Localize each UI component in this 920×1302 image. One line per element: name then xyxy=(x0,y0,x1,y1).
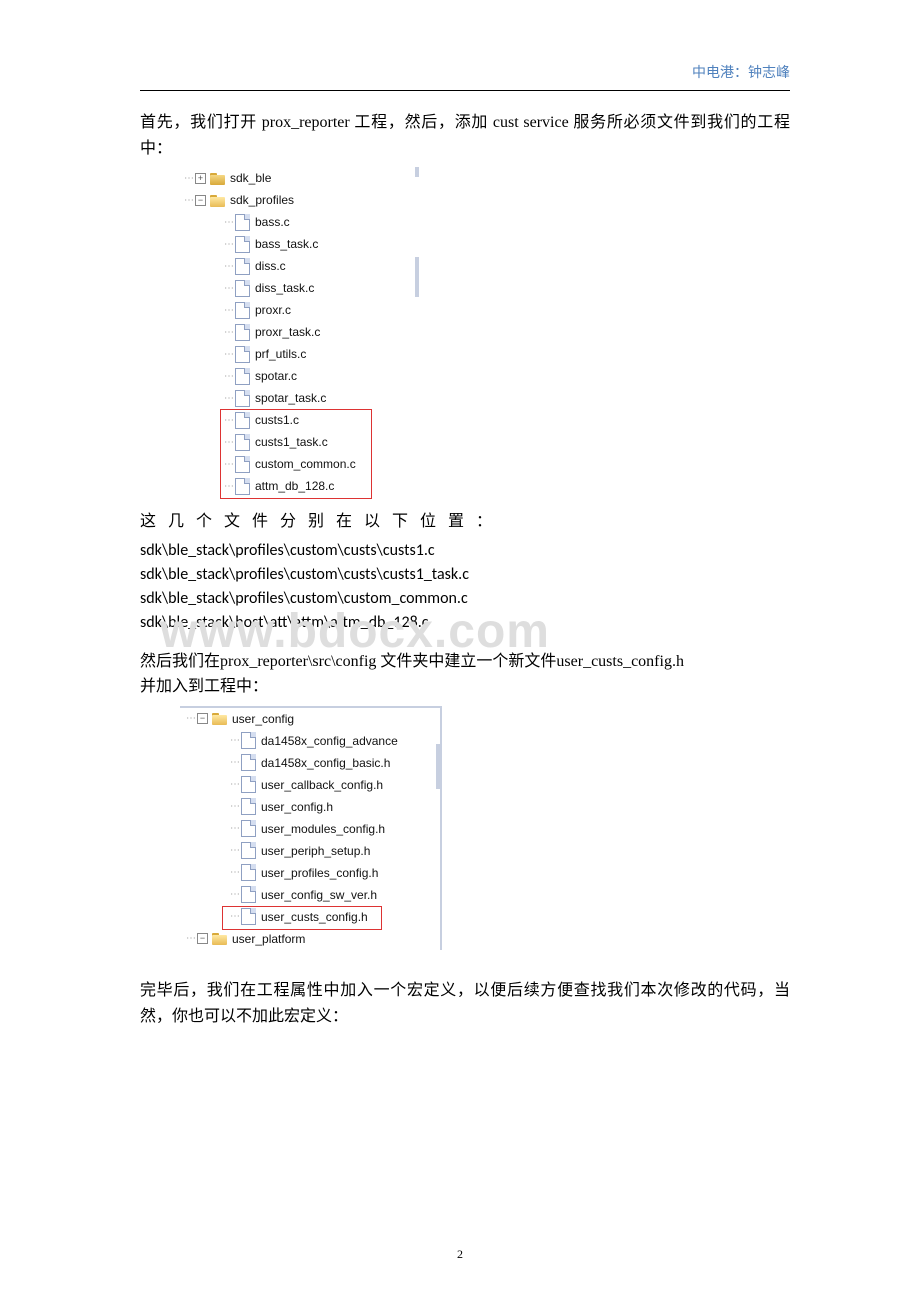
tree-label: da1458x_config_basic.h xyxy=(261,756,390,770)
tree-file[interactable]: ⋯custom_common.c xyxy=(180,453,415,475)
tree-label: bass.c xyxy=(255,215,290,229)
file-icon xyxy=(241,754,256,771)
file-path: sdk\ble_stack\host\att\attm\attm_db_128.… xyxy=(140,611,790,635)
file-icon xyxy=(241,798,256,815)
file-icon xyxy=(235,236,250,253)
file-icon xyxy=(235,302,250,319)
tree-file[interactable]: ⋯user_profiles_config.h xyxy=(180,862,440,884)
tree-file[interactable]: ⋯da1458x_config_advance xyxy=(180,730,440,752)
tree-file[interactable]: ⋯diss_task.c xyxy=(180,277,415,299)
tree-file[interactable]: ⋯da1458x_config_basic.h xyxy=(180,752,440,774)
tree-label: user_profiles_config.h xyxy=(261,866,378,880)
paragraph-intro: 首先，我们打开 prox_reporter 工程，然后，添加 cust serv… xyxy=(140,110,790,161)
tree-file[interactable]: ⋯proxr.c xyxy=(180,299,415,321)
file-icon xyxy=(235,258,250,275)
folder-closed-icon xyxy=(210,172,226,185)
tree-file[interactable]: ⋯proxr_task.c xyxy=(180,321,415,343)
paragraph-locations: 这 几 个 文 件 分 别 在 以 下 位 置 ： xyxy=(140,509,790,535)
tree-folder-user-platform[interactable]: ⋯ − user_platform xyxy=(180,928,440,950)
tree-label: custs1_task.c xyxy=(255,435,328,449)
tree-file[interactable]: ⋯bass_task.c xyxy=(180,233,415,255)
tree-file[interactable]: ⋯bass.c xyxy=(180,211,415,233)
tree-file[interactable]: ⋯user_custs_config.h xyxy=(180,906,440,928)
tree-label: user_platform xyxy=(232,932,305,946)
expand-minus-icon[interactable]: − xyxy=(197,713,208,724)
tree-file[interactable]: ⋯user_config.h xyxy=(180,796,440,818)
tree-label: spotar_task.c xyxy=(255,391,326,405)
tree-label: user_config.h xyxy=(261,800,333,814)
file-path: sdk\ble_stack\profiles\custom\custom_com… xyxy=(140,587,790,611)
file-icon xyxy=(235,214,250,231)
file-icon xyxy=(235,324,250,341)
file-icon xyxy=(235,434,250,451)
tree-label: prf_utils.c xyxy=(255,347,306,361)
tree-file[interactable]: ⋯user_modules_config.h xyxy=(180,818,440,840)
tree-file[interactable]: ⋯diss.c xyxy=(180,255,415,277)
tree-label: sdk_profiles xyxy=(230,193,294,207)
scrollbar[interactable] xyxy=(415,257,419,297)
file-path: sdk\ble_stack\profiles\custom\custs\cust… xyxy=(140,563,790,587)
project-tree-1: ⋯ + sdk_ble ⋯ − sdk_profiles ⋯bass.c ⋯ba… xyxy=(180,167,415,497)
tree-label: attm_db_128.c xyxy=(255,479,334,493)
header-divider xyxy=(140,90,790,91)
tree-label: user_custs_config.h xyxy=(261,910,368,924)
paragraph-newfile: 然后我们在prox_reporter\src\config 文件夹中建立一个新文… xyxy=(140,649,790,700)
tree-file[interactable]: ⋯spotar.c xyxy=(180,365,415,387)
tree-folder-sdk-profiles[interactable]: ⋯ − sdk_profiles xyxy=(180,189,415,211)
expand-minus-icon[interactable]: − xyxy=(197,933,208,944)
tree-label: user_config_sw_ver.h xyxy=(261,888,377,902)
tree-label: user_periph_setup.h xyxy=(261,844,370,858)
file-icon xyxy=(241,732,256,749)
tree-label: user_config xyxy=(232,712,294,726)
tree-folder-sdk-ble[interactable]: ⋯ + sdk_ble xyxy=(180,167,415,189)
tree-label: user_callback_config.h xyxy=(261,778,383,792)
header-text: 中电港：钟志峰 xyxy=(692,62,790,82)
tree-label: sdk_ble xyxy=(230,171,271,185)
tree-file[interactable]: ⋯user_periph_setup.h xyxy=(180,840,440,862)
tree-label: custs1.c xyxy=(255,413,299,427)
page-number: 2 xyxy=(0,1247,920,1262)
file-icon xyxy=(235,412,250,429)
scrollbar[interactable] xyxy=(415,167,419,177)
paragraph-macro: 完毕后，我们在工程属性中加入一个宏定义，以便后续方便查找我们本次修改的代码，当然… xyxy=(140,978,790,1029)
file-icon xyxy=(241,864,256,881)
folder-open-icon xyxy=(212,932,228,945)
tree-label: spotar.c xyxy=(255,369,297,383)
expand-plus-icon[interactable]: + xyxy=(195,173,206,184)
expand-minus-icon[interactable]: − xyxy=(195,195,206,206)
project-tree-2: ⋯ − user_config ⋯da1458x_config_advance … xyxy=(180,706,442,950)
tree-label: proxr.c xyxy=(255,303,291,317)
tree-label: da1458x_config_advance xyxy=(261,734,398,748)
tree-file[interactable]: ⋯spotar_task.c xyxy=(180,387,415,409)
tree-file[interactable]: ⋯custs1_task.c xyxy=(180,431,415,453)
file-path: sdk\ble_stack\profiles\custom\custs\cust… xyxy=(140,539,790,563)
tree-label: diss_task.c xyxy=(255,281,314,295)
file-icon xyxy=(235,456,250,473)
tree-file[interactable]: ⋯custs1.c xyxy=(180,409,415,431)
tree-label: custom_common.c xyxy=(255,457,356,471)
file-icon xyxy=(235,346,250,363)
file-icon xyxy=(235,368,250,385)
file-icon xyxy=(235,390,250,407)
tree-file[interactable]: ⋯attm_db_128.c xyxy=(180,475,415,497)
tree-folder-user-config[interactable]: ⋯ − user_config xyxy=(180,708,440,730)
file-icon xyxy=(241,908,256,925)
file-icon xyxy=(241,886,256,903)
file-icon xyxy=(235,478,250,495)
tree-label: diss.c xyxy=(255,259,286,273)
tree-label: user_modules_config.h xyxy=(261,822,385,836)
file-icon xyxy=(241,776,256,793)
tree-label: bass_task.c xyxy=(255,237,318,251)
file-icon xyxy=(241,842,256,859)
tree-label: proxr_task.c xyxy=(255,325,320,339)
folder-open-icon xyxy=(212,712,228,725)
tree-file[interactable]: ⋯prf_utils.c xyxy=(180,343,415,365)
folder-open-icon xyxy=(210,194,226,207)
tree-file[interactable]: ⋯user_callback_config.h xyxy=(180,774,440,796)
tree-file[interactable]: ⋯user_config_sw_ver.h xyxy=(180,884,440,906)
file-icon xyxy=(235,280,250,297)
file-icon xyxy=(241,820,256,837)
